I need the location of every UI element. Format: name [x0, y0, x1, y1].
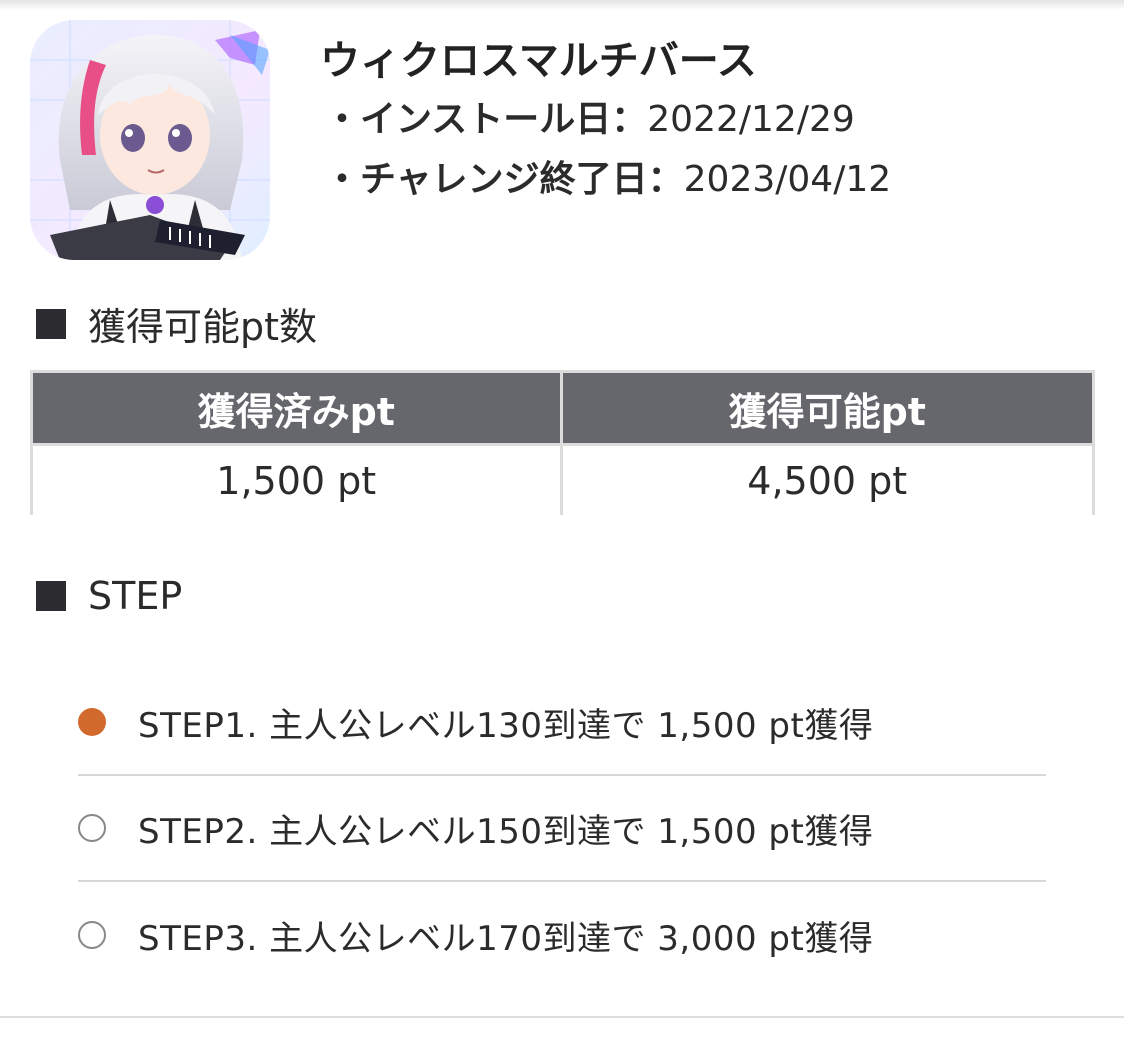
step-2-text: STEP2. 主人公レベル150到達で 1,500 pt獲得	[138, 811, 874, 852]
step-3-text: STEP3. 主人公レベル170到達で 3,000 pt獲得	[138, 918, 874, 959]
install-date-label: ・インストール日：	[324, 99, 648, 140]
app-icon[interactable]	[30, 20, 270, 260]
square-bullet-icon	[36, 581, 66, 611]
step-item-3: STEP3. 主人公レベル170到達で 3,000 pt獲得	[78, 882, 1046, 988]
square-bullet-icon	[36, 308, 66, 339]
install-date-line: ・インストール日：2022/12/29	[324, 90, 855, 142]
step-heading-text: STEP	[88, 574, 183, 618]
app-title: ウィクロスマルチバース	[320, 38, 757, 84]
empty-circle-icon	[78, 921, 106, 949]
points-section-heading: 獲得可能pt数	[36, 296, 317, 351]
step-item-1: STEP1. 主人公レベル130到達で 1,500 pt獲得	[78, 670, 1046, 776]
step-item-2: STEP2. 主人公レベル150到達で 1,500 pt獲得	[78, 776, 1046, 882]
top-shadow	[0, 0, 1124, 10]
install-date-value: 2022/12/29	[647, 99, 855, 140]
step-section-heading: STEP	[36, 574, 182, 618]
points-heading-text: 獲得可能pt数	[88, 305, 318, 349]
empty-circle-icon	[78, 814, 106, 842]
available-points-value: 4,500 pt	[562, 443, 1092, 515]
filled-circle-icon	[78, 708, 106, 736]
challenge-end-label: ・チャレンジ終了日：	[324, 159, 684, 200]
earned-points-header: 獲得済みpt	[33, 373, 563, 443]
challenge-end-line: ・チャレンジ終了日：2023/04/12	[324, 150, 891, 202]
earned-points-value: 1,500 pt	[33, 443, 563, 515]
step-1-text: STEP1. 主人公レベル130到達で 1,500 pt獲得	[138, 705, 874, 746]
available-points-header: 獲得可能pt	[562, 373, 1092, 443]
bottom-divider	[0, 1016, 1124, 1018]
points-table: 獲得済みpt 獲得可能pt 1,500 pt 4,500 pt	[30, 370, 1095, 515]
challenge-end-value: 2023/04/12	[683, 159, 892, 200]
